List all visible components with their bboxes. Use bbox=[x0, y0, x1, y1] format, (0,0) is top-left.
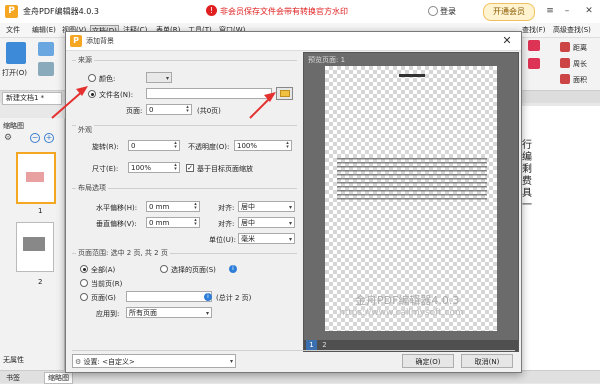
annotation-arrowhead-right bbox=[264, 92, 276, 102]
annotation-arrows bbox=[51, 86, 276, 119]
annotation-arrow-left bbox=[51, 89, 85, 119]
